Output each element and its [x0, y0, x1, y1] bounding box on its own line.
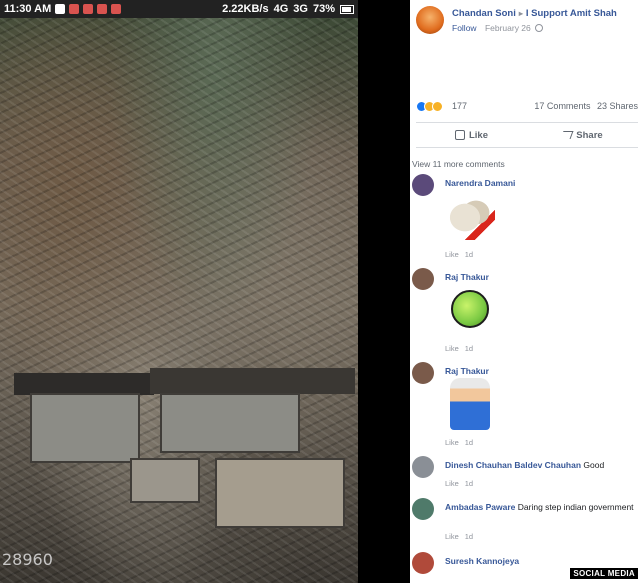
avatar[interactable] — [416, 6, 444, 34]
video-icon — [111, 4, 122, 14]
comment-body: Ambadas Paware Daring step indian govern… — [445, 502, 635, 513]
comment-author[interactable]: Dinesh Chauhan Baldev Chauhan — [445, 460, 581, 470]
comment-author[interactable]: Narendra Damani — [445, 178, 515, 188]
comment-footer: Like 1d — [445, 479, 473, 488]
network-type-right: 3G — [293, 3, 308, 15]
comment-item: Raj Thakur Like 1d — [412, 362, 638, 452]
comment-author[interactable]: Suresh Kannojeya — [445, 556, 519, 566]
engagement-counts: 17 Comments 23 Shares — [534, 101, 638, 111]
collapsed-house — [160, 393, 300, 453]
landslide-photo: 28960 — [0, 18, 358, 583]
post-group[interactable]: I Support Amit Shah — [526, 8, 617, 19]
comment-footer: Like 1d — [445, 344, 473, 353]
reactions-bar: 177 17 Comments 23 Shares — [416, 100, 638, 114]
comment-author[interactable]: Raj Thakur — [445, 366, 489, 376]
post-meta: Follow February 26 — [452, 23, 544, 33]
notification-icon — [69, 4, 80, 14]
house-roof — [14, 373, 154, 395]
shares-count[interactable]: 23 Shares — [597, 101, 638, 111]
comment-item: Raj Thakur Like 1d — [412, 268, 638, 358]
share-label: Share — [576, 129, 603, 141]
avatar[interactable] — [412, 498, 434, 520]
network-type-left: 4G — [273, 3, 289, 15]
battery-icon — [340, 4, 354, 14]
comment-time[interactable]: 1d — [465, 532, 473, 541]
comment-like-link[interactable]: Like — [445, 532, 459, 541]
arrow-icon: ▸ — [518, 9, 523, 18]
network-speed: 2.22KB/s — [222, 3, 269, 15]
whatsapp-icon — [55, 4, 66, 14]
reaction-icons[interactable] — [416, 101, 443, 112]
comment-author[interactable]: Raj Thakur — [445, 272, 489, 282]
comment-like-link[interactable]: Like — [445, 438, 459, 447]
post-author-line: Chandan Soni ▸ I Support Amit Shah — [452, 8, 617, 19]
status-time: 11:30 AM — [4, 3, 52, 15]
phone-screenshot: 11:30 AM 2.22KB/s 4G 3G 73% 28960 — [0, 0, 358, 583]
photo-counter: 28960 — [2, 550, 53, 569]
globe-icon — [535, 24, 544, 32]
comment-time[interactable]: 1d — [465, 250, 473, 259]
post-header: Chandan Soni ▸ I Support Amit Shah Follow … — [416, 6, 640, 36]
thumbs-up-icon — [454, 130, 465, 140]
comment-item: Ambadas Paware Daring step indian govern… — [412, 498, 638, 548]
view-more-comments-link[interactable]: View 11 more comments — [412, 159, 505, 169]
source-credit: SOCIAL MEDIA — [570, 568, 638, 579]
house-roof — [150, 368, 355, 394]
avatar[interactable] — [412, 362, 434, 384]
separator — [358, 0, 410, 583]
reaction-count[interactable]: 177 — [452, 101, 467, 111]
share-arrow-icon — [560, 131, 574, 139]
comment-footer: Like 1d — [445, 438, 473, 447]
cool-character-sticker — [450, 378, 490, 430]
avatar[interactable] — [412, 174, 434, 196]
video-icon — [97, 4, 108, 14]
house — [130, 458, 200, 503]
avatar[interactable] — [412, 456, 434, 478]
green-face-sticker — [451, 290, 489, 328]
comment-like-link[interactable]: Like — [445, 479, 459, 488]
post-author[interactable]: Chandan Soni — [452, 8, 516, 19]
post-actions: Like Share — [416, 122, 638, 148]
comment-time[interactable]: 1d — [465, 479, 473, 488]
comment-author-line: Dinesh Chauhan Baldev Chauhan Good — [445, 460, 604, 470]
comment-author[interactable]: Ambadas Paware — [445, 502, 515, 512]
facebook-post-panel: Chandan Soni ▸ I Support Amit Shah Follow … — [410, 0, 640, 583]
house — [215, 458, 345, 528]
comment-item: Narendra Damani Like 1d — [412, 174, 638, 264]
battery-percent: 73% — [312, 3, 335, 15]
clapping-hands-sticker — [445, 190, 495, 240]
sad-reaction-icon — [432, 101, 443, 112]
post-date[interactable]: February 26 — [485, 23, 531, 33]
comment-text: Good — [583, 460, 605, 470]
comment-footer: Like 1d — [445, 250, 473, 259]
comment-like-link[interactable]: Like — [445, 344, 459, 353]
comment-like-link[interactable]: Like — [445, 250, 459, 259]
avatar[interactable] — [412, 552, 434, 574]
collapsed-house — [30, 393, 140, 463]
share-button[interactable]: Share — [527, 123, 638, 147]
comment-text: Daring step indian government — [517, 502, 634, 512]
comment-footer: Like 1d — [445, 532, 473, 541]
like-button[interactable]: Like — [416, 123, 527, 147]
like-label: Like — [468, 129, 488, 141]
comment-time[interactable]: 1d — [465, 438, 473, 447]
notification-icon — [83, 4, 94, 14]
comment-item: Dinesh Chauhan Baldev Chauhan Good Like 1… — [412, 456, 638, 496]
status-bar: 11:30 AM 2.22KB/s 4G 3G 73% — [0, 0, 358, 18]
follow-link[interactable]: Follow — [452, 23, 477, 33]
comment-time[interactable]: 1d — [465, 344, 473, 353]
avatar[interactable] — [412, 268, 434, 290]
comments-count[interactable]: 17 Comments — [534, 101, 590, 111]
